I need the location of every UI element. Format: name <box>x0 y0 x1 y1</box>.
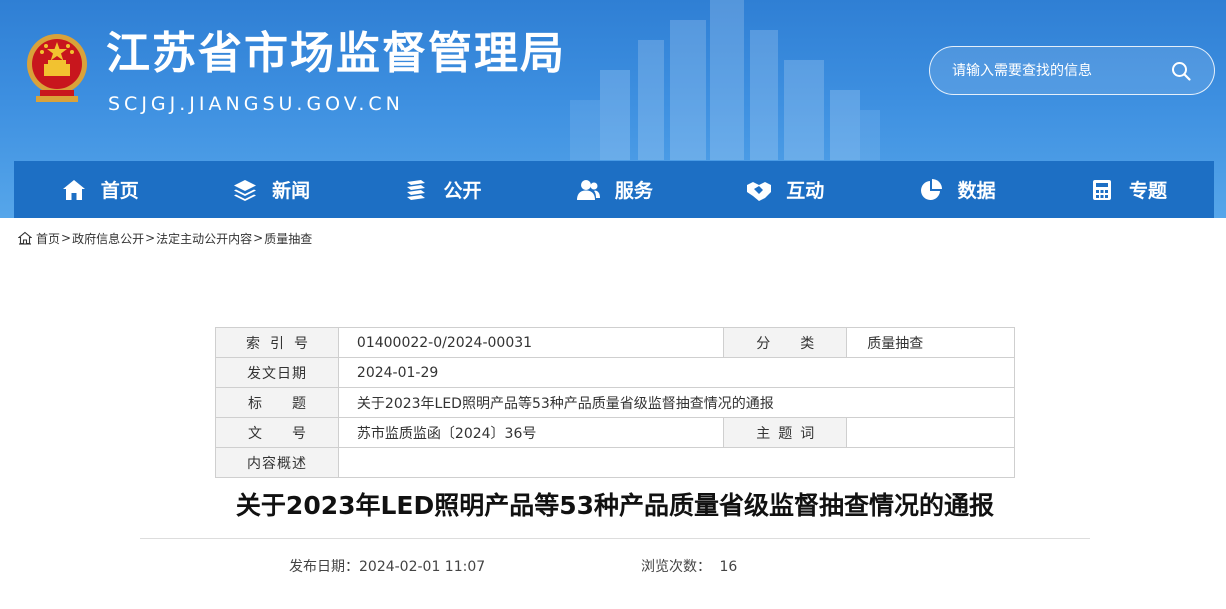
breadcrumb-item-gov-info[interactable]: 政府信息公开 <box>72 230 144 247</box>
search-box <box>929 46 1215 95</box>
table-row: 索引号 01400022-0/2024-00031 分类 质量抽查 <box>215 327 1015 358</box>
docno-value: 苏市监质监函〔2024〕36号 <box>337 417 725 448</box>
publish-date-label: 发布日期： <box>289 559 359 575</box>
handshake-icon <box>747 181 772 201</box>
view-count: 浏览次数： 16 <box>641 556 737 576</box>
nav-item-interaction[interactable]: 互动 <box>700 161 871 218</box>
main-nav: 首页 新闻 公开 服务 互动 数据 专题 <box>14 161 1214 218</box>
nav-item-news[interactable]: 新闻 <box>185 161 356 218</box>
home-icon <box>62 179 85 200</box>
summary-value <box>337 447 1016 478</box>
view-count-label: 浏览次数： <box>641 559 711 575</box>
publish-date-value: 2024-02-01 11:07 <box>359 559 486 575</box>
table-row: 标题 关于2023年LED照明产品等53种产品质量省级监督抽查情况的通报 <box>215 387 1016 418</box>
summary-label: 内容概述 <box>215 447 339 478</box>
layers-icon <box>234 179 257 201</box>
search-input[interactable] <box>952 60 1162 82</box>
breadcrumb-separator: > <box>253 231 264 245</box>
nav-item-data[interactable]: 数据 <box>871 161 1042 218</box>
nav-item-topic[interactable]: 专题 <box>1042 161 1213 218</box>
calculator-icon <box>1093 179 1112 200</box>
keyword-value <box>846 417 1015 448</box>
home-icon <box>18 231 32 245</box>
book-stack-icon <box>407 179 426 200</box>
national-emblem-icon <box>27 34 87 102</box>
breadcrumb-item-statutory[interactable]: 法定主动公开内容 <box>156 230 252 247</box>
nav-item-service[interactable]: 服务 <box>528 161 699 218</box>
category-value: 质量抽查 <box>846 327 1015 358</box>
breadcrumb-item-quality[interactable]: 质量抽查 <box>264 230 312 247</box>
site-title: 江苏省市场监督管理局 <box>106 28 566 79</box>
docno-label: 文号 <box>215 417 339 448</box>
date-label: 发文日期 <box>215 357 339 388</box>
breadcrumb: 首页 > 政府信息公开 > 法定主动公开内容 > 质量抽查 <box>18 229 312 247</box>
title-value: 关于2023年LED照明产品等53种产品质量省级监督抽查情况的通报 <box>337 387 1016 418</box>
city-skyline-graphic <box>570 0 880 160</box>
nav-label: 服务 <box>614 180 653 202</box>
breadcrumb-item-home[interactable]: 首页 <box>36 230 60 247</box>
index-label: 索引号 <box>215 327 339 358</box>
title-divider <box>140 538 1090 539</box>
nav-label: 数据 <box>957 180 996 202</box>
nav-label: 新闻 <box>272 180 311 202</box>
article-title: 关于2023年LED照明产品等53种产品质量省级监督抽查情况的通报 <box>235 491 995 520</box>
nav-item-home[interactable]: 首页 <box>14 161 185 218</box>
view-count-value: 16 <box>719 559 738 575</box>
breadcrumb-separator: > <box>145 231 156 245</box>
title-label: 标题 <box>215 387 339 418</box>
category-label: 分类 <box>723 327 848 358</box>
table-row: 内容概述 <box>215 447 1016 478</box>
nav-label: 互动 <box>786 180 825 202</box>
table-row: 发文日期 2024-01-29 <box>215 357 1016 388</box>
nav-label: 专题 <box>1129 180 1168 202</box>
table-row: 文号 苏市监质监函〔2024〕36号 主题词 <box>215 417 1015 448</box>
users-icon <box>576 179 600 200</box>
pie-chart-icon <box>920 178 942 200</box>
search-icon[interactable] <box>1170 60 1192 82</box>
nav-item-open[interactable]: 公开 <box>357 161 528 218</box>
date-value: 2024-01-29 <box>337 357 1016 388</box>
site-domain: SCJGJ.JIANGSU.GOV.CN <box>108 93 404 115</box>
nav-label: 公开 <box>443 180 482 202</box>
nav-label: 首页 <box>100 180 139 202</box>
publish-date: 发布日期：2024-02-01 11:07 <box>289 556 485 576</box>
document-info-table: 索引号 01400022-0/2024-00031 分类 质量抽查 发文日期 2… <box>215 327 1016 478</box>
index-value: 01400022-0/2024-00031 <box>337 327 725 358</box>
keyword-label: 主题词 <box>723 417 848 448</box>
breadcrumb-separator: > <box>61 231 72 245</box>
